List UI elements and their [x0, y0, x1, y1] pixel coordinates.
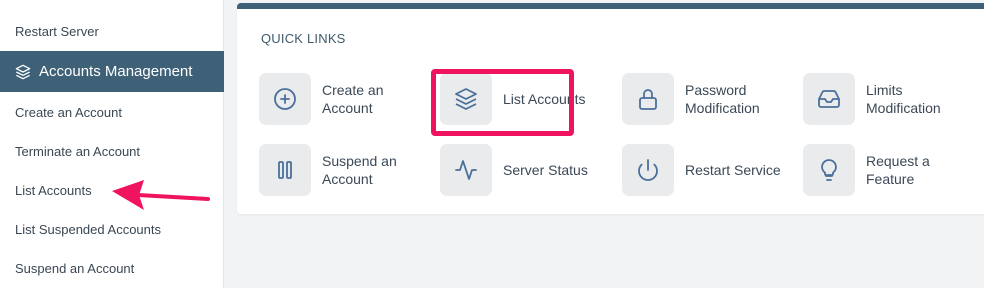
inbox-icon: [803, 73, 855, 125]
sidebar-item-label: Accounts Management: [39, 63, 193, 80]
sidebar-item-label: Terminate an Account: [15, 144, 141, 159]
quick-link-label: Limits Modification: [866, 82, 941, 116]
quick-link-request-feature[interactable]: Request a Feature: [803, 144, 973, 196]
quick-link-password-modification[interactable]: Password Modification: [622, 73, 792, 125]
quick-link-suspend-account[interactable]: Suspend an Account: [259, 144, 429, 196]
sidebar-item-create-account[interactable]: Create an Account: [0, 93, 224, 132]
lock-icon: [622, 73, 674, 125]
quick-link-create-account[interactable]: Create an Account: [259, 73, 429, 125]
quick-link-restart-service[interactable]: Restart Service: [622, 144, 792, 196]
sidebar-item-accounts-management[interactable]: Accounts Management: [0, 51, 224, 92]
plus-circle-icon: [259, 73, 311, 125]
quick-link-label: Create an Account: [322, 82, 384, 116]
quick-link-list-accounts[interactable]: List Accounts: [440, 73, 610, 125]
sidebar-item-restart-server[interactable]: Restart Server: [0, 12, 224, 51]
sidebar: Restart Server Accounts Management Creat…: [0, 0, 224, 288]
sidebar-item-label: List Accounts: [15, 183, 92, 198]
annotation-arrow: [108, 178, 212, 217]
quick-links-panel: QUICK LINKS Create an Account List Accou…: [237, 3, 984, 214]
quick-link-label: Server Status: [503, 162, 588, 178]
quick-link-label: List Accounts: [503, 91, 586, 107]
quick-link-server-status[interactable]: Server Status: [440, 144, 610, 196]
panel-title: QUICK LINKS: [261, 31, 346, 46]
quick-link-label: Password Modification: [685, 82, 760, 116]
sidebar-item-label: Restart Server: [15, 24, 99, 39]
quick-link-limits-modification[interactable]: Limits Modification: [803, 73, 973, 125]
sidebar-item-label: Suspend an Account: [15, 261, 135, 276]
sidebar-item-suspend-account[interactable]: Suspend an Account: [0, 249, 224, 288]
sidebar-item-terminate-account[interactable]: Terminate an Account: [0, 132, 224, 171]
quick-link-label: Request a Feature: [866, 153, 930, 187]
layers-icon: [15, 64, 31, 80]
pause-icon: [259, 144, 311, 196]
quick-link-label: Suspend an Account: [322, 153, 397, 187]
sidebar-item-label: List Suspended Accounts: [15, 222, 161, 237]
lightbulb-icon: [803, 144, 855, 196]
activity-icon: [440, 144, 492, 196]
layers-icon: [440, 73, 492, 125]
sidebar-item-label: Create an Account: [15, 105, 122, 120]
quick-link-label: Restart Service: [685, 162, 781, 178]
power-icon: [622, 144, 674, 196]
